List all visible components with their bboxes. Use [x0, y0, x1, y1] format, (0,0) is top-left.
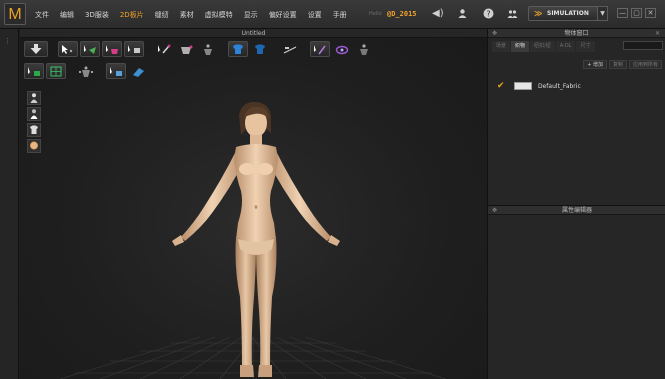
avatar-fit-icon[interactable] [354, 41, 374, 57]
checkmark-icon: ✔ [497, 81, 505, 91]
user-icon[interactable] [457, 8, 468, 19]
head-icon[interactable] [27, 139, 41, 153]
drape-icon[interactable] [176, 41, 196, 57]
pin-icon[interactable] [124, 41, 144, 57]
viewport-title: Untitled [20, 29, 487, 38]
panel-pin-icon[interactable]: ✥ [492, 206, 497, 215]
simulation-button[interactable]: ≫ SIMULATION [528, 6, 598, 21]
menu-avatar[interactable]: 虚拟模特 [205, 10, 233, 20]
menu-manual[interactable]: 手册 [333, 10, 347, 20]
tab-buttons[interactable]: 纽扣/钮 [530, 41, 555, 52]
object-browser-tabs: 场景 织物 纽扣/钮 A-DL 尺寸 [488, 41, 665, 52]
avatar-body-icon[interactable] [27, 91, 41, 105]
select-move-icon[interactable] [58, 41, 78, 57]
apply-all-button[interactable]: 应用到所有 [628, 60, 662, 69]
main-menu: 文件 编辑 3D服装 2D板片 缝纫 素材 虚拟模特 显示 偏好设置 设置 手册 [35, 10, 358, 20]
fabric-action-buttons: + 增加 复制 应用到所有 [488, 52, 665, 74]
object-browser-title: 物体窗口 [564, 30, 589, 37]
avatar-model[interactable] [150, 99, 360, 379]
property-editor: ✥ 属性编辑器 [488, 205, 665, 379]
panel-pin-icon[interactable]: ✥ [492, 29, 497, 38]
tab-size[interactable]: 尺寸 [576, 41, 595, 52]
object-browser-header: ✥ 物体窗口 ✕ [488, 29, 665, 38]
segment-icon[interactable] [106, 63, 126, 79]
app-logo: M [4, 3, 26, 25]
tab-search-input[interactable] [623, 41, 663, 50]
fabric-swatch [514, 82, 532, 90]
select-pattern-icon[interactable] [24, 63, 44, 79]
fabric-name: Default_Fabric [538, 82, 581, 90]
tab-adl[interactable]: A-DL [555, 41, 576, 52]
measure-icon[interactable] [280, 41, 300, 57]
svg-text:?: ? [486, 9, 490, 18]
avatar-side-tools [27, 91, 43, 155]
avatar-half-icon[interactable] [27, 107, 41, 121]
help-icon[interactable]: ? [483, 8, 494, 19]
add-fabric-button[interactable]: + 增加 [583, 60, 607, 69]
menu-file[interactable]: 文件 [35, 10, 49, 20]
menu-preferences[interactable]: 偏好设置 [269, 10, 297, 20]
3d-viewport[interactable]: Untitled [20, 29, 487, 379]
menu-settings[interactable]: 设置 [308, 10, 322, 20]
shirt-front-icon[interactable] [228, 41, 248, 57]
cycle-icon[interactable] [332, 41, 352, 57]
garment-icon[interactable] [27, 123, 41, 137]
texture-icon[interactable] [128, 63, 148, 79]
simulation-label: SIMULATION [547, 10, 589, 17]
tuck-icon[interactable] [102, 41, 122, 57]
copy-fabric-button[interactable]: 复制 [608, 60, 627, 69]
menu-bar: M 文件 编辑 3D服装 2D板片 缝纫 素材 虚拟模特 显示 偏好设置 设置 … [0, 0, 665, 29]
right-panel: ✥ 物体窗口 ✕ 场景 织物 纽扣/钮 A-DL 尺寸 + 增加 复制 应用到所… [487, 29, 665, 379]
toolbar-row-1 [24, 40, 376, 58]
speaker-icon[interactable]: ◀) [432, 8, 444, 19]
menu-display[interactable]: 显示 [244, 10, 258, 20]
panel-close-icon[interactable]: ✕ [655, 29, 660, 38]
minimize-button[interactable]: — [617, 8, 628, 18]
hello-label: Hello [369, 11, 382, 17]
panel-grip-icon[interactable]: ⋮ [4, 37, 11, 45]
arrow-down-icon[interactable] [24, 41, 48, 57]
property-editor-header: ✥ 属性编辑器 [488, 206, 665, 215]
window-controls: — ▢ ✕ [617, 8, 659, 18]
menu-material[interactable]: 素材 [180, 10, 194, 20]
menu-2d-pattern[interactable]: 2D板片 [120, 10, 144, 20]
menu-sewing[interactable]: 缝纫 [155, 10, 169, 20]
tab-scene[interactable]: 场景 [492, 41, 511, 52]
list-item[interactable]: ✔ Default_Fabric [488, 79, 665, 93]
community-icon[interactable] [507, 8, 518, 19]
magic-wand-icon[interactable] [310, 41, 330, 57]
tab-fabric[interactable]: 织物 [511, 41, 530, 52]
simulation-dropdown-button[interactable]: ▼ [597, 6, 608, 21]
brush-icon[interactable] [154, 41, 174, 57]
close-button[interactable]: ✕ [645, 8, 656, 18]
shirt-back-icon[interactable] [250, 41, 270, 57]
avatar-pose-icon[interactable] [198, 41, 218, 57]
simulation-icon: ≫ [534, 9, 543, 18]
menu-3d-garment[interactable]: 3D服装 [85, 10, 109, 20]
maximize-button[interactable]: ▢ [631, 8, 642, 18]
property-editor-title: 属性编辑器 [561, 207, 592, 214]
avatar-arrange-icon[interactable] [76, 63, 96, 79]
toolbar-row-2 [24, 62, 150, 80]
grid-icon[interactable] [46, 63, 66, 79]
fold-icon[interactable] [80, 41, 100, 57]
menu-edit[interactable]: 编辑 [60, 10, 74, 20]
username-label[interactable]: @D_2015 [387, 10, 417, 18]
left-collapsed-panel: ⋮ [0, 29, 19, 379]
